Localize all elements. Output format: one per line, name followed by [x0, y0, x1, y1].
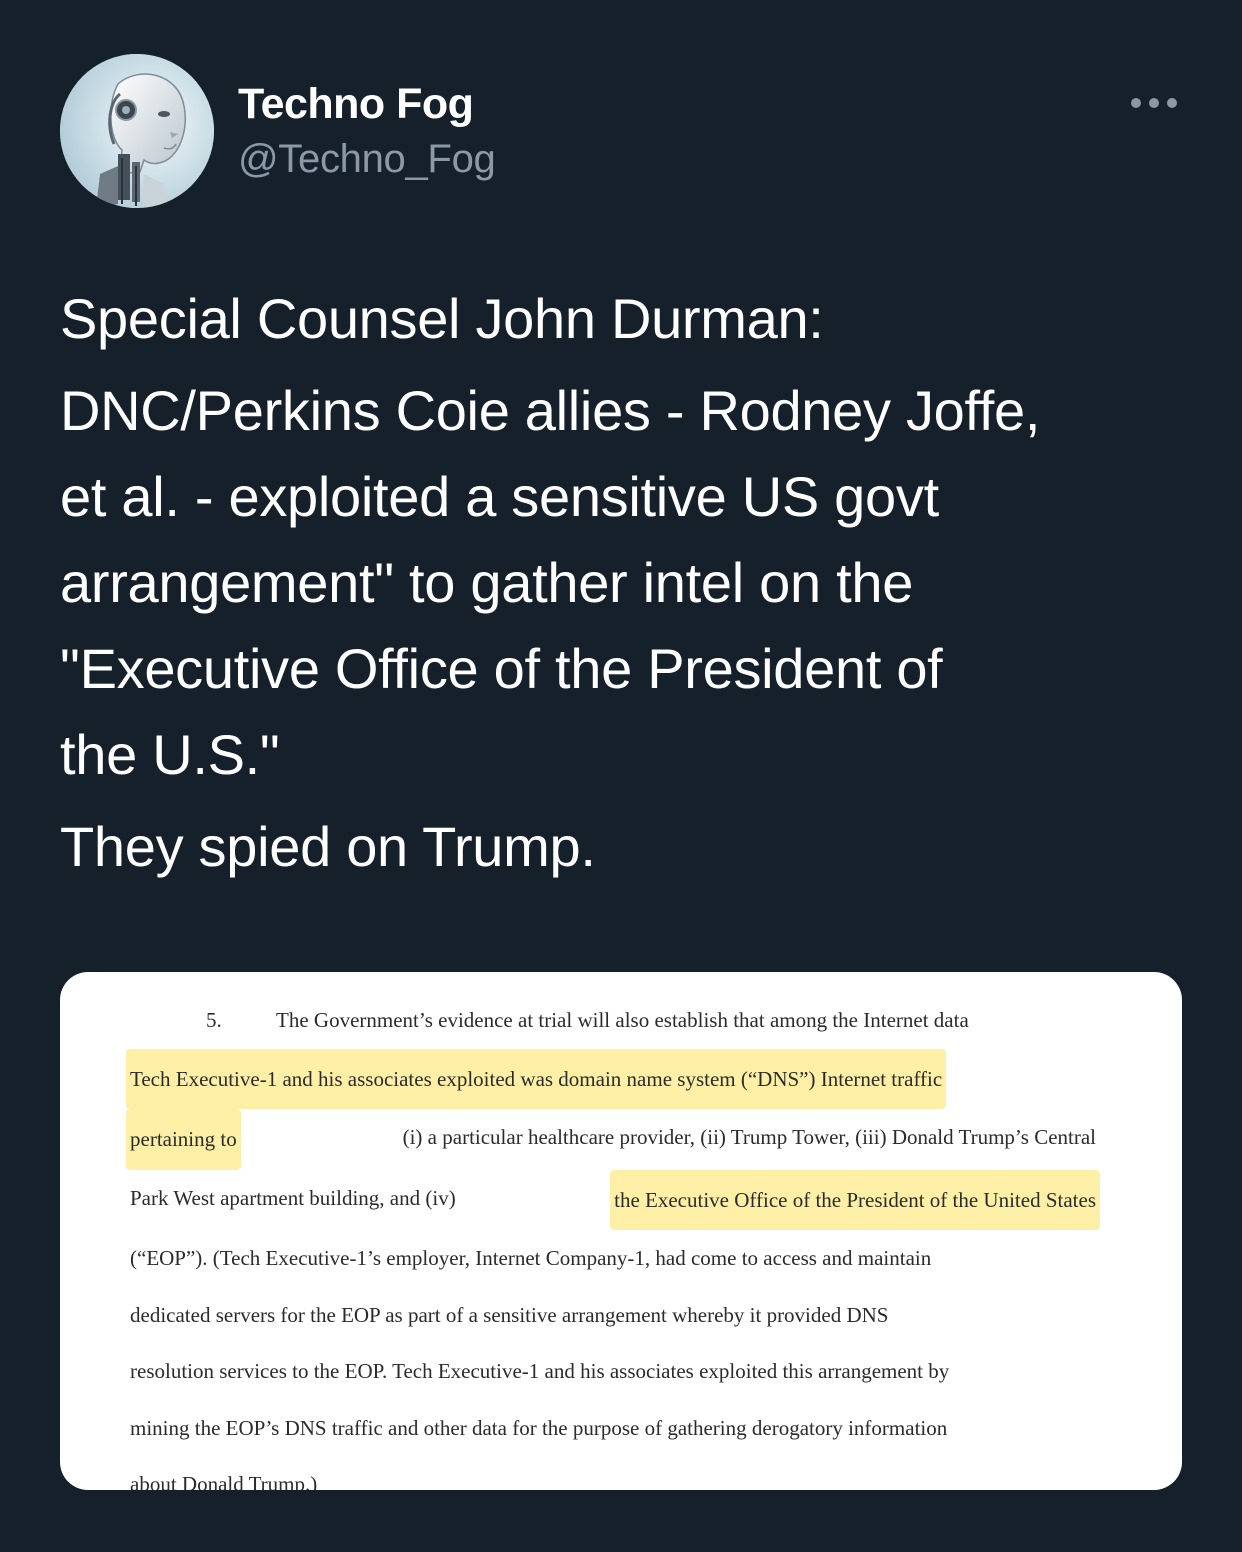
document-text: 5. The Government’s evidence at trial wi… [126, 992, 1100, 1490]
more-horizontal-icon[interactable] [1126, 92, 1182, 114]
document-line: dedicated servers for the EOP as part of… [130, 1287, 1096, 1344]
author-display-name[interactable]: Techno Fog [238, 80, 474, 129]
tweet-paragraph-3: They spied on Trump. [60, 815, 596, 878]
author-handle[interactable]: @Techno_Fog [238, 137, 496, 182]
document-line: pertaining to (i) a particular healthcar… [126, 1109, 1096, 1170]
document-line: 5. The Government’s evidence at trial wi… [130, 992, 1096, 1049]
document-line-text: Park West apartment building, and (iv) [130, 1185, 456, 1210]
document-line-text: (“EOP”). (Tech Executive-1’s employer, I… [130, 1246, 932, 1270]
document-line: Park West apartment building, and (iv) t… [130, 1169, 1100, 1230]
tweet-line: the U.S." [60, 723, 280, 786]
tweet-paragraph-1: Special Counsel John Durman: [60, 287, 824, 350]
highlighted-text: Tech Executive-1 and his associates expl… [126, 1048, 947, 1109]
highlighted-text: the Executive Office of the President of… [610, 1169, 1100, 1230]
document-line: (“EOP”). (Tech Executive-1’s employer, I… [130, 1230, 1096, 1287]
document-line-text: (i) a particular healthcare provider, (i… [402, 1125, 1096, 1149]
document-line-text: resolution services to the EOP. Tech Exe… [130, 1359, 950, 1383]
document-line: mining the EOP’s DNS traffic and other d… [130, 1400, 1096, 1457]
tweet-line: DNC/Perkins Coie allies - Rodney Joffe, [60, 379, 1041, 442]
document-line-text: mining the EOP’s DNS traffic and other d… [130, 1415, 948, 1440]
robot-avatar-icon [60, 54, 214, 208]
tweet-line: et al. - exploited a sensitive US govt [60, 465, 939, 528]
document-line-text: about Donald Trump.) [130, 1472, 318, 1490]
avatar[interactable] [60, 54, 214, 208]
tweet-text: Special Counsel John Durman: DNC/Perkins… [60, 276, 1200, 896]
document-line-text: The Government’s evidence at trial will … [276, 1008, 969, 1032]
document-line-text: dedicated servers for the EOP as part of… [130, 1302, 889, 1327]
tweet-paragraph-2: DNC/Perkins Coie allies - Rodney Joffe, … [60, 368, 1200, 798]
tweet-line: "Executive Office of the President of [60, 637, 943, 700]
document-line: Tech Executive-1 and his associates expl… [126, 1048, 1096, 1109]
highlighted-text: pertaining to [126, 1109, 241, 1170]
paragraph-number: 5. [206, 1008, 222, 1032]
document-image[interactable]: 5. The Government’s evidence at trial wi… [60, 972, 1182, 1490]
document-line: about Donald Trump.) [130, 1456, 1096, 1490]
document-line: resolution services to the EOP. Tech Exe… [130, 1343, 1096, 1400]
tweet-line: arrangement" to gather intel on the [60, 551, 914, 614]
